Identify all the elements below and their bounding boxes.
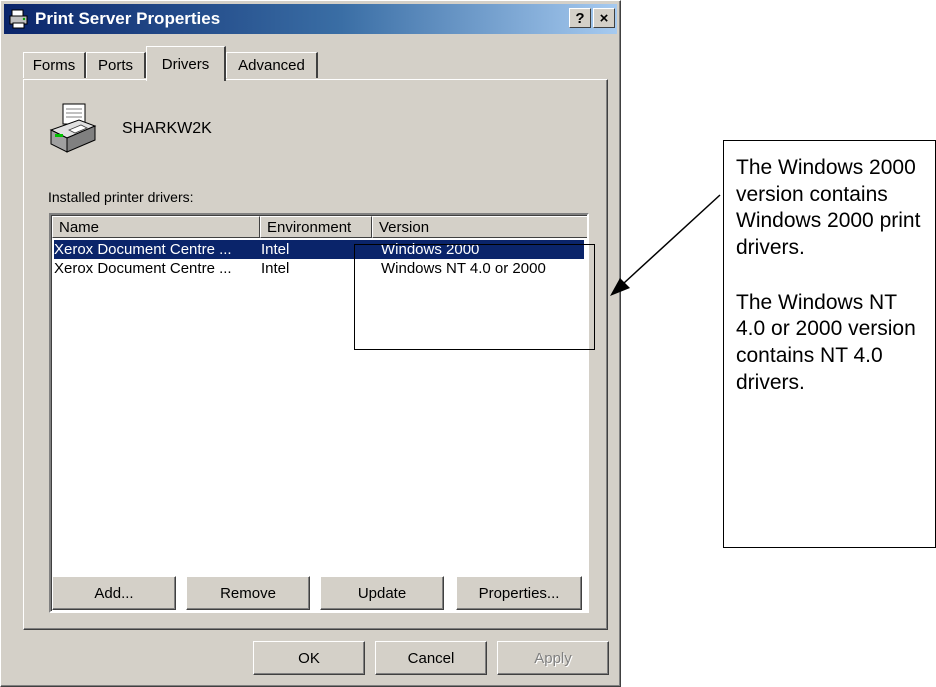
tab-ports[interactable]: Ports (86, 52, 146, 78)
server-name: SHARKW2K (122, 120, 212, 137)
tab-advanced[interactable]: Advanced (226, 52, 318, 78)
properties-button[interactable]: Properties... (456, 576, 582, 610)
add-button[interactable]: Add... (52, 576, 176, 610)
installed-drivers-label: Installed printer drivers: (48, 189, 194, 205)
driver-name: Xerox Document Centre ... (54, 260, 232, 277)
close-button[interactable]: × (593, 8, 615, 28)
list-header: Name Environment Version (52, 216, 587, 238)
ok-button[interactable]: OK (253, 641, 365, 675)
tab-drivers[interactable]: Drivers (146, 46, 226, 81)
tab-strip: Forms Ports Drivers Advanced (1, 46, 622, 81)
help-button[interactable]: ? (569, 8, 591, 28)
tab-forms[interactable]: Forms (23, 52, 86, 78)
column-name[interactable]: Name (52, 216, 260, 238)
column-environment[interactable]: Environment (260, 216, 372, 238)
window-title: Print Server Properties (35, 9, 221, 28)
annotation-text-2: The Windows NT 4.0 or 2000 version conta… (736, 290, 916, 394)
drivers-panel: SHARKW2K Installed printer drivers: Name… (23, 79, 608, 630)
printer-icon (8, 8, 30, 30)
update-button[interactable]: Update (320, 576, 444, 610)
cancel-button[interactable]: Cancel (375, 641, 487, 675)
title-bar[interactable]: Print Server Properties ? × (4, 4, 617, 34)
annotation-callout: The Windows 2000 version contains Window… (723, 140, 936, 548)
driver-name: Xerox Document Centre ... (54, 241, 232, 258)
column-version[interactable]: Version (372, 216, 587, 238)
printer-icon (49, 100, 97, 156)
version-highlight-box (354, 244, 595, 350)
annotation-text-1: The Windows 2000 version contains Window… (736, 156, 921, 259)
remove-button[interactable]: Remove (186, 576, 310, 610)
apply-button[interactable]: Apply (497, 641, 609, 675)
